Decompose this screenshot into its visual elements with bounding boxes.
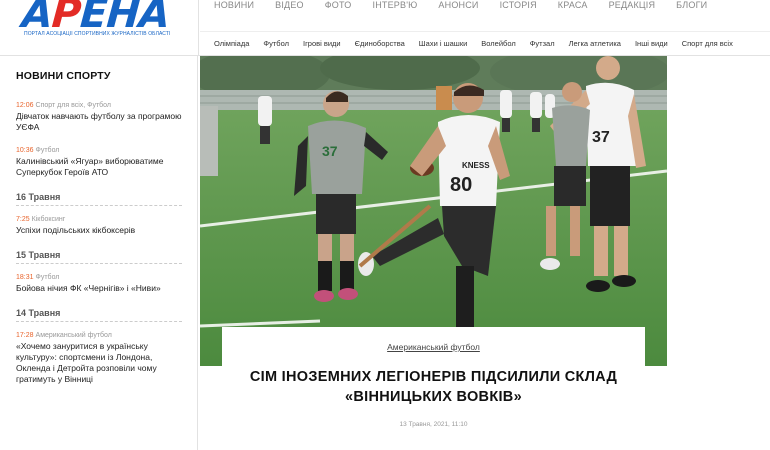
article-card[interactable]: Американський футбол СІМ ІНОЗЕМНИХ ЛЕГІО… [222,327,645,450]
news-title[interactable]: Успіхи подільських кікбоксерів [16,225,182,236]
news-title[interactable]: Бойова нічия ФК «Чернігів» і «Ниви» [16,283,182,294]
jersey-number: 37 [322,143,338,159]
jersey-brand: KNESS [462,161,490,170]
news-meta: 12:06 Спорт для всіх, Футбол [16,102,112,109]
date-heading: 16 Травня [16,192,182,206]
news-title[interactable]: «Хочемо зануритися в українську культуру… [16,341,182,385]
news-title[interactable]: Калинівський «Ягуар» виборюватиме Суперк… [16,156,182,178]
article-date: 13 Травня, 2021, 11:10 [399,421,468,428]
page: АРЕНА ПОРТАЛ АСОЦІАЦІЇ СПОРТИВНИХ ЖУРНАЛ… [0,0,770,450]
top-nav-item[interactable]: ІНТЕРВ'Ю [373,0,418,16]
article-hero-photo[interactable]: 37 80 KNESS 37 [200,56,667,366]
top-nav-item[interactable]: ІСТОРІЯ [500,0,537,16]
header-divider [198,0,199,56]
news-meta: 7:25 Кікбоксинг [16,216,66,223]
category-nav-item[interactable]: Спорт для всіх [682,39,733,48]
top-nav-item[interactable]: БЛОГИ [676,0,707,16]
news-item[interactable]: 17:28 Американський футбол «Хочемо занури… [16,332,182,385]
news-meta: 17:28 Американський футбол [16,332,112,339]
article-category[interactable]: Американський футбол [222,342,645,352]
category-nav-item[interactable]: Єдиноборства [355,39,405,48]
logo-tagline: ПОРТАЛ АСОЦІАЦІЇ СПОРТИВНИХ ЖУРНАЛІСТІВ … [24,31,171,37]
top-nav-item[interactable]: АНОНСИ [438,0,478,16]
news-item[interactable]: 12:06 Спорт для всіх, Футбол Дівчаток нав… [16,102,182,133]
news-meta: 10:36 Футбол [16,147,60,154]
news-title[interactable]: Дівчаток навчають футболу за програмою У… [16,111,182,133]
category-nav-item[interactable]: Шахи і шашки [419,39,468,48]
top-nav-item[interactable]: НОВИНИ [214,0,254,16]
article-title[interactable]: СІМ ІНОЗЕМНИХ ЛЕГІОНЕРІВ ПІДСИЛИЛИ СКЛАД… [242,367,625,407]
top-nav: НОВИНИ ВІДЕО ФОТО ІНТЕРВ'Ю АНОНСИ ІСТОРІЯ КРАС… [214,0,728,16]
category-nav: Олімпіада Футбол Ігрові види Єдиноборства Ша… [200,31,770,55]
news-meta: 18:31 Футбол [16,274,60,281]
category-nav-item[interactable]: Інші види [635,39,668,48]
site-logo[interactable]: АРЕНА ПОРТАЛ АСОЦІАЦІЇ СПОРТИВНИХ ЖУРНАЛ… [20,0,182,40]
date-heading: 15 Травня [16,250,182,264]
category-nav-item[interactable]: Футзал [530,39,555,48]
category-nav-item[interactable]: Волейбол [481,39,515,48]
category-nav-item[interactable]: Олімпіада [214,39,249,48]
news-item[interactable]: 18:31 Футбол Бойова нічия ФК «Чернігів» і… [16,274,182,294]
top-nav-item[interactable]: ФОТО [325,0,352,16]
top-nav-item[interactable]: КРАСА [558,0,588,16]
category-nav-item[interactable]: Футбол [263,39,289,48]
football-players-photo: 37 80 KNESS 37 [200,56,667,366]
jersey-number: 37 [592,129,610,146]
category-nav-item[interactable]: Ігрові види [303,39,341,48]
top-nav-item[interactable]: ВІДЕО [275,0,304,16]
top-nav-item[interactable]: РЕДАКЦІЯ [609,0,656,16]
news-item[interactable]: 10:36 Футбол Калинівський «Ягуар» виборюв… [16,147,182,178]
sidebar-title: НОВИНИ СПОРТУ [16,70,111,82]
news-item[interactable]: 7:25 Кікбоксинг Успіхи подільських кікбок… [16,216,182,236]
jersey-number: 80 [450,174,472,196]
category-nav-item[interactable]: Легка атлетика [569,39,621,48]
news-sidebar: НОВИНИ СПОРТУ 12:06 Спорт для всіх, Футбо… [0,56,198,450]
sidebar-news-list: 12:06 Спорт для всіх, Футбол Дівчаток нав… [16,102,182,399]
site-header: АРЕНА ПОРТАЛ АСОЦІАЦІЇ СПОРТИВНИХ ЖУРНАЛ… [0,0,770,56]
date-heading: 14 Травня [16,308,182,322]
